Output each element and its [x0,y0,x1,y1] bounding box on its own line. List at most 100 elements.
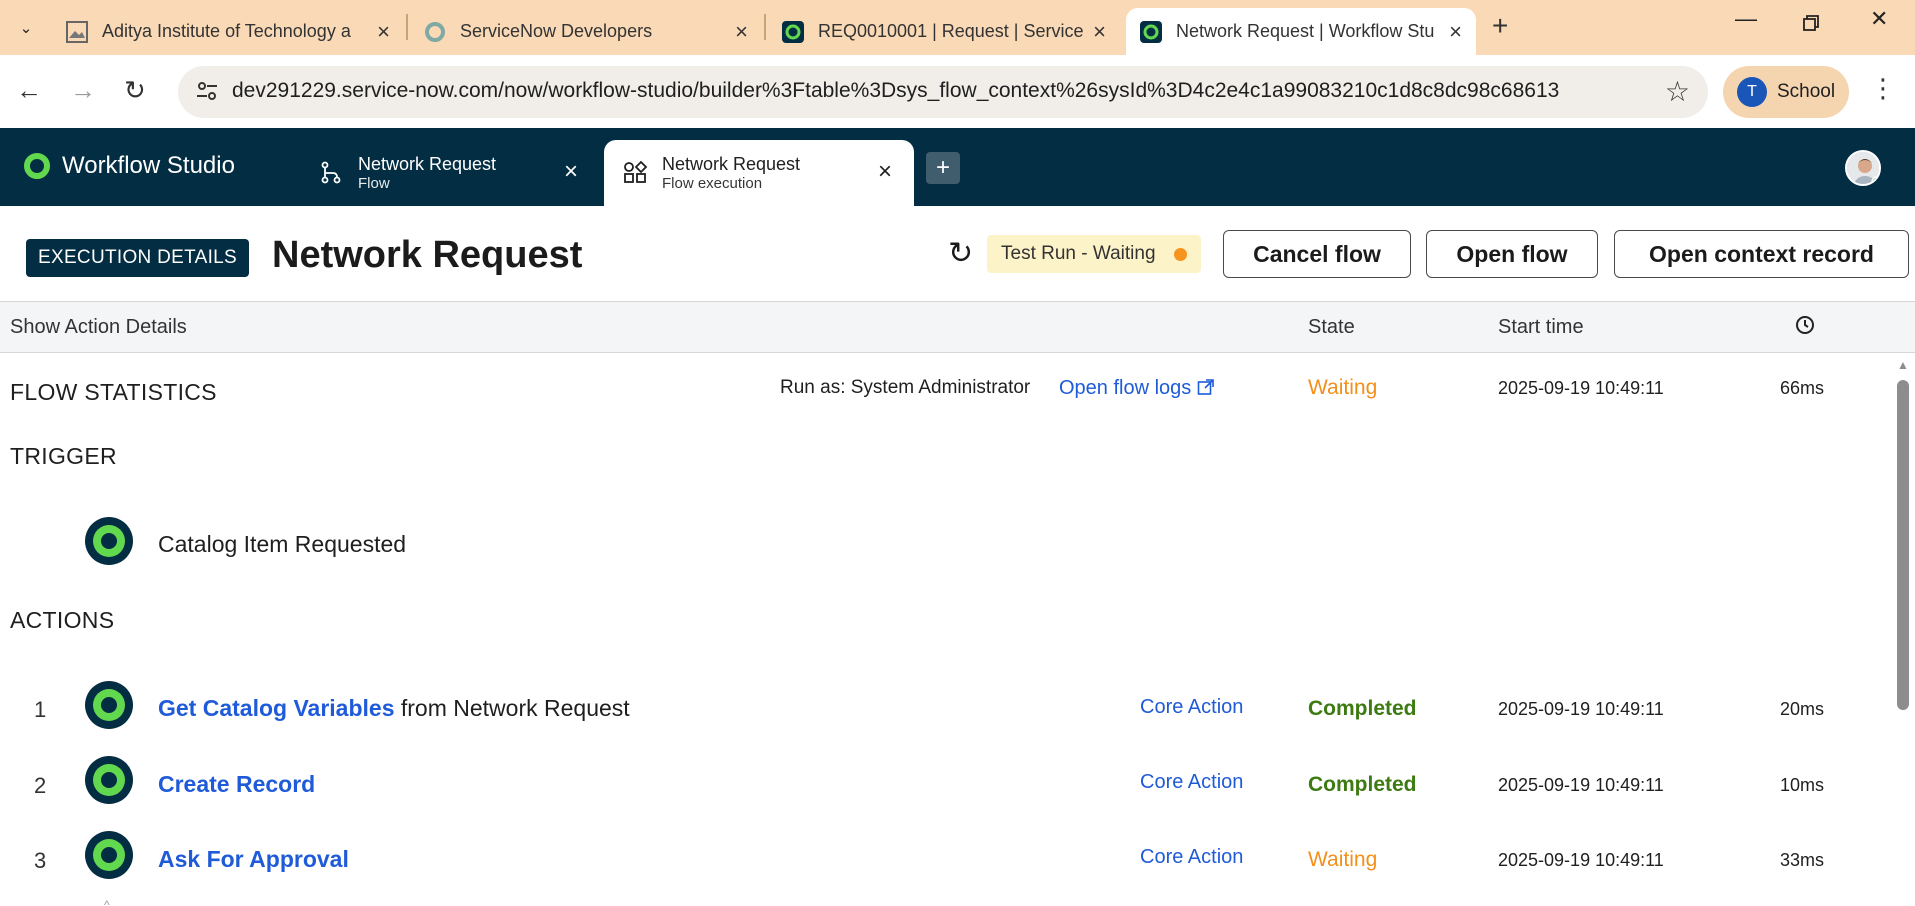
browser-tab-title: Network Request | Workflow Stu [1176,21,1435,41]
studio-tab-title: Network Request [358,154,497,175]
table-header: Show Action Details State Start time [0,302,1915,353]
action-name-link[interactable]: Create Record [158,771,315,797]
browser-tab-3[interactable]: REQ0010001 | Request | ServiceN × [768,8,1120,55]
action-label[interactable]: Ask For Approval [158,846,349,873]
close-icon[interactable]: × [1449,19,1462,45]
close-icon[interactable]: × [1093,19,1106,45]
profile-label: School [1777,81,1836,102]
show-action-details-toggle[interactable]: Show Action Details [10,316,187,339]
profile-avatar: T [1737,77,1767,107]
servicenow-icon [424,21,446,43]
open-context-record-button[interactable]: Open context record [1614,230,1909,278]
flow-state: Waiting [1308,376,1378,399]
reload-button[interactable]: ↻ [124,75,146,106]
open-flow-logs-label: Open flow logs [1059,377,1192,399]
action-suffix: from Network Request [394,695,630,721]
minimize-button[interactable]: — [1735,6,1757,32]
execution-icon [622,160,648,186]
scroll-up-arrow-icon[interactable]: ▲ [1897,358,1909,372]
action-type: Core Action [1140,771,1244,793]
servicenow-green-icon [1140,20,1162,43]
action-start-time: 2025-09-19 10:49:11 [1498,775,1664,795]
close-icon[interactable]: × [564,158,578,186]
trigger-heading: TRIGGER [10,443,117,469]
open-flow-logs-link[interactable]: Open flow logs [1059,377,1215,400]
chevron-down-icon: ⌄ [19,20,33,37]
close-icon[interactable]: × [878,158,892,186]
action-state: Completed [1308,697,1417,720]
action-state: Waiting [1308,848,1378,871]
trigger-label[interactable]: Catalog Item Requested [158,531,406,558]
status-text: Test Run - Waiting [1001,243,1156,264]
action-number: 3 [34,848,47,873]
clock-icon [1794,314,1816,342]
studio-tab-flow-execution[interactable]: Network Request Flow execution × [604,140,914,206]
browser-tab-title: Aditya Institute of Technology a [102,21,351,41]
action-name-link[interactable]: Ask For Approval [158,846,349,872]
cancel-flow-button[interactable]: Cancel flow [1223,230,1411,278]
app-name: Workflow Studio [62,152,235,179]
execution-details-badge: EXECUTION DETAILS [26,239,250,277]
action-number: 1 [34,697,47,722]
browser-tab-4-active[interactable]: Network Request | Workflow Stu × [1126,8,1476,55]
tab-search-button[interactable]: ⌄ [6,10,46,46]
action-start-time: 2025-09-19 10:49:11 [1498,850,1664,870]
browser-tab-1[interactable]: Aditya Institute of Technology a × [52,8,404,55]
restore-button[interactable] [1802,6,1820,38]
screen: ⌄ Aditya Institute of Technology a × Ser… [0,0,1915,906]
action-node-icon [85,831,133,879]
close-window-button[interactable]: ✕ [1870,6,1888,32]
action-label[interactable]: Get Catalog Variables from Network Reque… [158,695,630,722]
url-text[interactable]: dev291229.service-now.com/now/workflow-s… [232,79,1559,103]
action-state: Completed [1308,773,1417,796]
studio-tab-subtitle: Flow [358,174,390,192]
open-flow-button[interactable]: Open flow [1426,230,1598,278]
workflow-studio-logo[interactable]: Workflow Studio [24,152,235,180]
action-duration: 33ms [1780,850,1825,870]
action-label[interactable]: Create Record [158,771,315,798]
action-node-icon [85,756,133,804]
chevron-up-icon: ^ [104,898,110,906]
close-icon[interactable]: × [377,19,390,45]
forward-button[interactable]: → [70,75,96,106]
column-state: State [1308,316,1355,338]
address-bar[interactable]: dev291229.service-now.com/now/workflow-s… [178,66,1708,118]
back-button[interactable]: ← [16,75,42,106]
page-title: Network Request [272,234,583,276]
action-start-time: 2025-09-19 10:49:11 [1498,699,1664,719]
browser-tab-strip: ⌄ Aditya Institute of Technology a × Ser… [0,0,1915,55]
bookmark-star-icon[interactable]: ☆ [1665,75,1690,108]
action-type: Core Action [1140,696,1244,718]
more-menu-icon[interactable]: ⋮ [1870,73,1896,104]
studio-tab-title: Network Request [662,154,801,175]
add-tab-button[interactable]: + [926,152,960,184]
profile-button[interactable]: T School [1723,66,1849,118]
servicenow-logo-icon [24,153,50,179]
flow-icon [318,160,344,186]
browser-tab-title: REQ0010001 | Request | ServiceN [818,21,1084,41]
execution-body: FLOW STATISTICS Run as: System Administr… [0,353,1895,906]
execution-header: EXECUTION DETAILS Network Request ↻ Test… [0,206,1915,302]
site-info-icon[interactable] [194,78,220,104]
action-type: Core Action [1140,846,1244,868]
tab-divider [764,14,766,40]
browser-tab-2[interactable]: ServiceNow Developers × [410,8,762,55]
flow-statistics-heading: FLOW STATISTICS [10,379,217,405]
action-duration: 10ms [1780,775,1825,795]
browser-toolbar: ← → ↻ dev291229.service-now.com/now/work… [0,55,1915,128]
action-number: 2 [34,773,47,798]
action-name-link[interactable]: Get Catalog Variables [158,695,394,721]
scrollbar-thumb[interactable] [1897,380,1909,710]
action-duration: 20ms [1780,699,1825,719]
new-tab-button[interactable]: + [1492,10,1508,42]
external-link-icon [1197,377,1215,399]
flow-duration: 66ms [1780,378,1825,398]
status-dot-icon [1173,247,1187,261]
column-start-time: Start time [1498,316,1584,338]
tab-divider [406,14,408,40]
user-avatar[interactable] [1845,150,1881,186]
close-icon[interactable]: × [735,19,748,45]
actions-heading: ACTIONS [10,607,115,633]
refresh-icon[interactable]: ↻ [948,236,973,271]
studio-tab-flow[interactable]: Network Request Flow × [300,140,600,206]
